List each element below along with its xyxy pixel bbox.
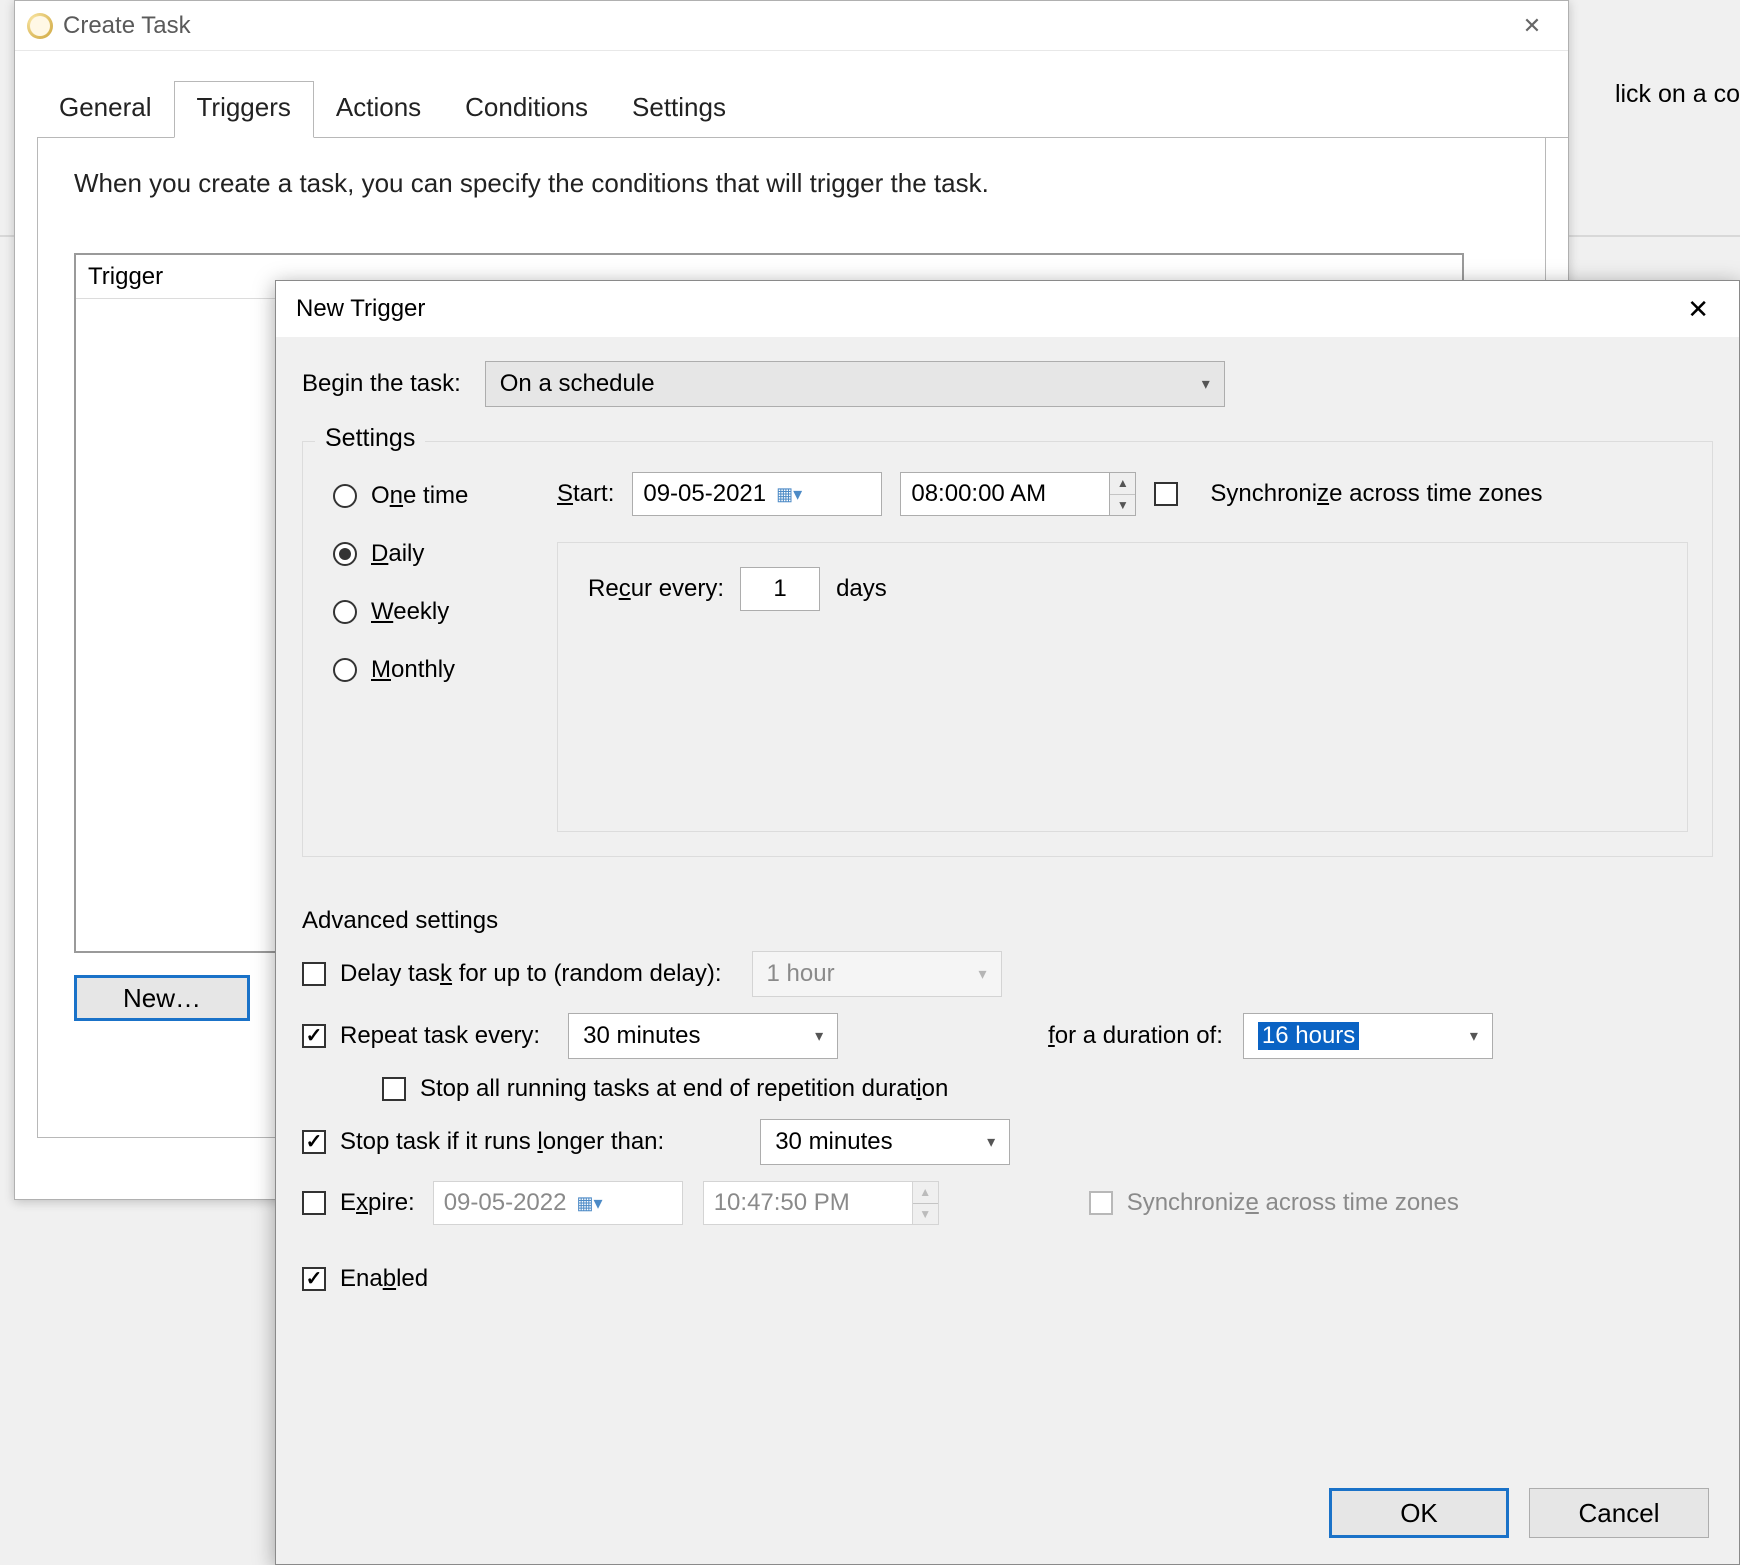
dialog-titlebar: New Trigger ✕	[276, 281, 1739, 337]
start-time-input[interactable]: 08:00:00 AM	[900, 472, 1110, 516]
start-date-value: 09-05-2021	[643, 480, 766, 508]
ok-button[interactable]: OK	[1329, 1488, 1509, 1538]
radio-icon	[333, 600, 357, 624]
delay-select: 1 hour ▾	[752, 951, 1002, 997]
tab-settings[interactable]: Settings	[610, 82, 748, 137]
chevron-down-icon: ▾	[978, 964, 986, 984]
repeat-checkbox[interactable]	[302, 1024, 326, 1048]
calendar-icon: ▦▾	[776, 484, 802, 505]
start-date-input[interactable]: 09-05-2021 ▦▾	[632, 472, 882, 516]
stop-if-checkbox[interactable]	[302, 1130, 326, 1154]
start-time-value: 08:00:00 AM	[911, 480, 1046, 508]
new-trigger-button[interactable]: New…	[74, 975, 250, 1021]
stop-if-value: 30 minutes	[775, 1128, 892, 1156]
sync-timezones-label: Synchronize across time zones	[1210, 480, 1542, 508]
radio-icon	[333, 484, 357, 508]
radio-label: Monthly	[371, 656, 455, 684]
titlebar: Create Task ✕	[15, 1, 1568, 51]
tab-triggers[interactable]: Triggers	[174, 81, 314, 138]
radio-label: One time	[371, 482, 468, 510]
radio-monthly[interactable]: Monthly	[333, 656, 551, 684]
new-trigger-dialog: New Trigger ✕ Begin the task: On a sched…	[275, 280, 1740, 1565]
settings-group-title: Settings	[315, 424, 425, 453]
start-label: Start:	[557, 480, 614, 508]
radio-one-time[interactable]: One time	[333, 482, 551, 510]
delay-value: 1 hour	[767, 960, 835, 988]
time-spinner: ▲▼	[913, 1181, 939, 1225]
close-icon[interactable]: ✕	[1677, 290, 1719, 329]
recur-input[interactable]: 1	[740, 567, 820, 611]
duration-select[interactable]: 16 hours ▾	[1243, 1013, 1493, 1059]
sync-timezones-expire-label: Synchronize across time zones	[1127, 1189, 1459, 1217]
radio-daily[interactable]: Daily	[333, 540, 551, 568]
expire-label: Expire:	[340, 1189, 415, 1217]
radio-label: Daily	[371, 540, 424, 568]
triggers-description: When you create a task, you can specify …	[74, 168, 1509, 199]
window-title: Create Task	[63, 12, 191, 40]
tab-conditions[interactable]: Conditions	[443, 82, 610, 137]
stop-if-label: Stop task if it runs longer than:	[340, 1128, 664, 1156]
repeat-interval-select[interactable]: 30 minutes ▾	[568, 1013, 838, 1059]
begin-task-label: Begin the task:	[302, 370, 461, 398]
chevron-down-icon: ▾	[1202, 374, 1210, 394]
expire-time-input: 10:47:50 PM	[703, 1181, 913, 1225]
expire-checkbox[interactable]	[302, 1191, 326, 1215]
close-icon[interactable]: ✕	[1508, 6, 1556, 46]
expire-date-input: 09-05-2022 ▦▾	[433, 1181, 683, 1225]
cancel-button[interactable]: Cancel	[1529, 1488, 1709, 1538]
calendar-icon: ▦▾	[576, 1193, 602, 1214]
recur-label: Recur every:	[588, 575, 724, 603]
expire-date-value: 09-05-2022	[444, 1189, 567, 1217]
radio-icon	[333, 542, 357, 566]
repeat-label: Repeat task every:	[340, 1022, 540, 1050]
expire-time-value: 10:47:50 PM	[714, 1189, 850, 1217]
duration-label: for a duration of:	[1048, 1022, 1223, 1050]
chevron-down-icon: ▾	[987, 1132, 995, 1152]
settings-group: Settings One time Daily Weekly Monthly S…	[302, 441, 1713, 857]
radio-icon	[333, 658, 357, 682]
stop-if-select[interactable]: 30 minutes ▾	[760, 1119, 1010, 1165]
enabled-checkbox[interactable]	[302, 1267, 326, 1291]
time-spinner[interactable]: ▲▼	[1110, 472, 1136, 516]
repeat-interval-value: 30 minutes	[583, 1022, 700, 1050]
background-text: lick on a co	[1615, 80, 1740, 109]
begin-task-value: On a schedule	[500, 370, 655, 398]
tab-actions[interactable]: Actions	[314, 82, 443, 137]
enabled-label: Enabled	[340, 1265, 428, 1293]
radio-label: Weekly	[371, 598, 449, 626]
sync-timezones-expire-checkbox	[1089, 1191, 1113, 1215]
dialog-title: New Trigger	[296, 295, 425, 323]
tabstrip: General Triggers Actions Conditions Sett…	[37, 81, 1568, 138]
stop-all-label: Stop all running tasks at end of repetit…	[420, 1075, 948, 1103]
duration-value: 16 hours	[1258, 1022, 1359, 1050]
chevron-down-icon: ▾	[815, 1026, 823, 1046]
begin-task-select[interactable]: On a schedule ▾	[485, 361, 1225, 407]
sync-timezones-checkbox[interactable]	[1154, 482, 1178, 506]
recur-unit: days	[836, 575, 887, 603]
app-icon	[27, 13, 53, 39]
radio-weekly[interactable]: Weekly	[333, 598, 551, 626]
tab-general[interactable]: General	[37, 82, 174, 137]
advanced-settings-heading: Advanced settings	[302, 907, 1713, 935]
stop-all-checkbox[interactable]	[382, 1077, 406, 1101]
delay-label: Delay task for up to (random delay):	[340, 960, 722, 988]
chevron-down-icon: ▾	[1470, 1026, 1478, 1046]
delay-checkbox[interactable]	[302, 962, 326, 986]
